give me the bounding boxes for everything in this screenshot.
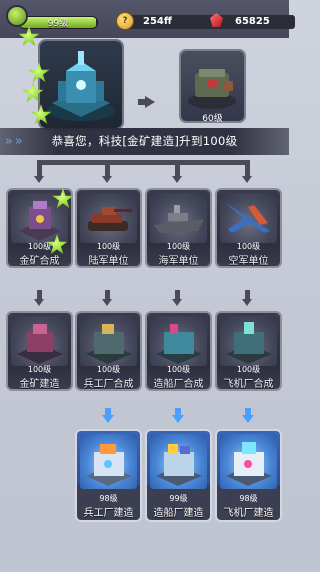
tree-connector <box>37 160 42 176</box>
node-level: 98级 <box>99 494 118 503</box>
chevron-right-icon: » <box>4 134 14 149</box>
gold-coin-icon: ? <box>116 12 134 30</box>
player-level-label: 99级 <box>47 19 69 29</box>
node-level: 100级 <box>166 242 191 251</box>
tree-connector <box>175 290 180 299</box>
tech-node-army-unit[interactable]: 100级 陆军单位 <box>77 190 140 267</box>
arsenal-upgrade-icon <box>80 434 137 489</box>
node-name: 空军单位 <box>228 256 269 267</box>
tree-connector <box>105 160 110 176</box>
arrow-right-icon <box>138 96 155 108</box>
current-building-card[interactable] <box>40 41 122 128</box>
node-level: 98级 <box>239 494 258 503</box>
node-level: 100级 <box>236 365 261 374</box>
fighter-jet-icon <box>220 193 277 243</box>
arrow-down-icon <box>172 176 182 183</box>
gold-counter[interactable]: ? 254ff <box>116 12 217 30</box>
aircraft-factory-building-icon <box>220 316 277 366</box>
highlight-connector <box>245 408 251 415</box>
highlight-connector <box>175 408 181 415</box>
node-name: 兵工厂建造 <box>83 508 134 519</box>
tree-connector <box>37 290 42 299</box>
arrow-down-icon <box>172 299 182 306</box>
gem-counter[interactable]: 65825 <box>210 13 295 29</box>
tree-connector <box>175 160 180 176</box>
tree-connector <box>37 160 250 165</box>
arrow-down-icon <box>102 299 112 306</box>
arrow-down-blue-icon <box>172 415 184 423</box>
fortress-building-icon <box>47 51 115 121</box>
top-hud: 99级 ? 254ff 65825 <box>0 0 295 38</box>
player-xp-bar[interactable]: 99级 <box>18 16 98 29</box>
tree-connector <box>245 290 250 299</box>
node-name: 金矿建造 <box>19 379 60 390</box>
highlight-connector <box>105 408 111 415</box>
next-level-label: 60级 <box>202 114 223 124</box>
arrow-down-icon <box>34 299 44 306</box>
node-name: 兵工厂合成 <box>83 379 134 390</box>
node-level: 100级 <box>236 242 261 251</box>
node-level: 99级 <box>169 494 188 503</box>
tech-node-shipyard-merge[interactable]: 100级 造船厂合成 <box>147 313 210 390</box>
tech-node-air-unit[interactable]: 100级 空军单位 <box>217 190 280 267</box>
shipyard-upgrade-icon <box>150 434 207 489</box>
node-name: 造船厂建造 <box>153 508 204 519</box>
ruby-gem-icon <box>210 13 223 27</box>
node-name: 海军单位 <box>158 256 199 267</box>
tech-node-aircraft-factory-merge[interactable]: 100级 飞机厂合成 <box>217 313 280 390</box>
node-level: 100级 <box>27 365 52 374</box>
arsenal-building-icon <box>80 316 137 366</box>
node-name: 造船厂合成 <box>153 379 204 390</box>
node-name: 陆军单位 <box>88 256 129 267</box>
node-name: 飞机厂合成 <box>223 379 274 390</box>
tech-node-arsenal-build[interactable]: 98级 兵工厂建造 <box>77 431 140 520</box>
arrow-down-icon <box>242 176 252 183</box>
gold-mine-building-icon <box>11 316 68 366</box>
node-name: 飞机厂建造 <box>223 508 274 519</box>
node-level: 100级 <box>96 242 121 251</box>
arrow-down-blue-icon <box>242 415 254 423</box>
shipyard-building-icon <box>150 316 207 366</box>
arrow-down-icon <box>34 176 44 183</box>
tank-icon <box>80 193 137 243</box>
tech-node-aircraft-factory-build[interactable]: 98级 飞机厂建造 <box>217 431 280 520</box>
arrow-down-icon <box>242 299 252 306</box>
node-level: 100级 <box>166 365 191 374</box>
node-name: 金矿合成 <box>19 256 60 267</box>
tree-connector <box>105 290 110 299</box>
arrow-down-blue-icon <box>102 415 114 423</box>
tech-node-gold-mine-build[interactable]: 100级 金矿建造 <box>8 313 71 390</box>
aircraft-factory-upgrade-icon <box>220 434 277 489</box>
upgrade-message: 恭喜您，科技[金矿建造]升到100级 <box>51 134 238 148</box>
tech-node-arsenal-merge[interactable]: 100级 兵工厂合成 <box>77 313 140 390</box>
arrow-down-icon <box>102 176 112 183</box>
tech-node-navy-unit[interactable]: 100级 海军单位 <box>147 190 210 267</box>
player-level-icon <box>8 7 26 25</box>
node-level: 100级 <box>96 365 121 374</box>
gold-value: 254ff <box>143 16 172 27</box>
tree-connector <box>245 160 250 176</box>
tech-node-shipyard-build[interactable]: 99级 造船厂建造 <box>147 431 210 520</box>
upgrade-banner: » » 恭喜您，科技[金矿建造]升到100级 <box>0 128 289 155</box>
gem-value: 65825 <box>235 16 270 27</box>
battleship-icon <box>150 193 207 243</box>
chevron-right-icon: » <box>14 134 24 149</box>
